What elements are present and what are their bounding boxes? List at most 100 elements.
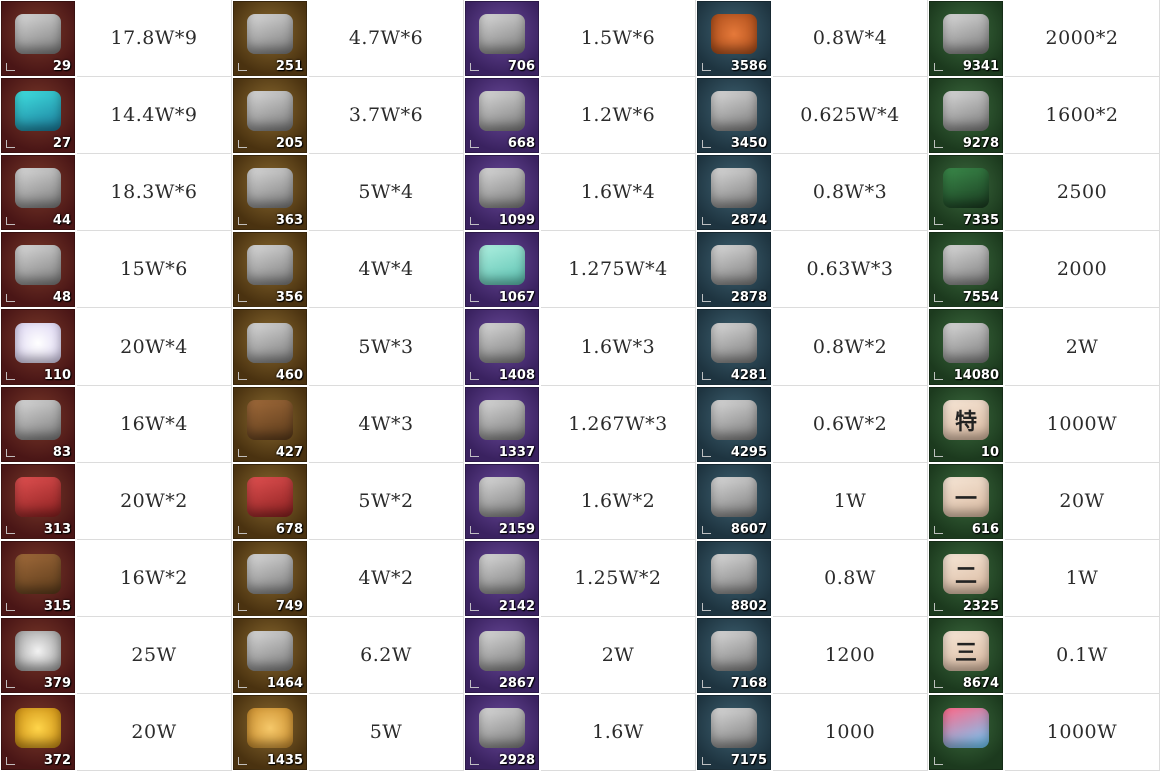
item-tile[interactable]: 7168 [697, 618, 771, 693]
item-price-cell[interactable]: 20W*4 [77, 308, 232, 386]
item-price-cell[interactable]: 16W*2 [77, 540, 232, 617]
item-price-cell[interactable]: 5W*3 [309, 308, 464, 386]
item-price-cell[interactable]: 5W [309, 694, 464, 771]
item-tile[interactable]: 48 [1, 232, 75, 307]
item-tile[interactable]: 2142 [465, 541, 539, 616]
item-price-cell[interactable]: 1.5W*6 [541, 0, 696, 77]
item-tile[interactable]: 4281 [697, 309, 771, 385]
item-price-cell[interactable]: 1.6W*2 [541, 463, 696, 540]
item-tile[interactable]: 83 [1, 387, 75, 462]
item-price-cell[interactable]: 1200 [773, 617, 928, 694]
item-tile[interactable]: 一 616 [929, 464, 1003, 539]
item-price-cell[interactable]: 2W [541, 617, 696, 694]
item-price-cell[interactable]: 0.8W [773, 540, 928, 617]
item-price-cell[interactable]: 5W*4 [309, 154, 464, 231]
item-tile[interactable]: 110 [1, 309, 75, 385]
item-price-cell[interactable]: 25W [77, 617, 232, 694]
item-tile[interactable]: 251 [233, 1, 307, 76]
item-price-cell[interactable]: 16W*4 [77, 386, 232, 463]
item-price-cell[interactable]: 2500 [1005, 154, 1160, 231]
item-price-cell[interactable]: 1W [1005, 540, 1160, 617]
item-price-cell[interactable]: 1.267W*3 [541, 386, 696, 463]
item-price-cell[interactable]: 20W [77, 694, 232, 771]
item-price-cell[interactable]: 20W*2 [77, 463, 232, 540]
item-price-cell[interactable]: 0.63W*3 [773, 231, 928, 308]
item-tile[interactable]: 2867 [465, 618, 539, 693]
item-price-cell[interactable]: 4W*3 [309, 386, 464, 463]
item-price-cell[interactable]: 17.8W*9 [77, 0, 232, 77]
item-tile[interactable]: 379 [1, 618, 75, 693]
item-tile[interactable]: 2159 [465, 464, 539, 539]
item-tile[interactable]: 8607 [697, 464, 771, 539]
item-price-cell[interactable]: 2000*2 [1005, 0, 1160, 77]
item-price-cell[interactable]: 4W*2 [309, 540, 464, 617]
item-tile[interactable]: 7554 [929, 232, 1003, 307]
item-tile[interactable]: 2878 [697, 232, 771, 307]
item-price-cell[interactable]: 14.4W*9 [77, 77, 232, 154]
item-tile[interactable]: 1464 [233, 618, 307, 693]
item-price-cell[interactable]: 0.8W*2 [773, 308, 928, 386]
item-tile[interactable]: 205 [233, 78, 307, 153]
item-tile[interactable]: 356 [233, 232, 307, 307]
item-tile[interactable]: 二 2325 [929, 541, 1003, 616]
item-tile[interactable]: 3450 [697, 78, 771, 153]
item-price-cell[interactable]: 1.6W [541, 694, 696, 771]
item-tile[interactable]: 1435 [233, 695, 307, 770]
item-tile[interactable]: 特 10 [929, 387, 1003, 462]
item-tile[interactable]: 427 [233, 387, 307, 462]
item-price-cell[interactable]: 1000W [1005, 694, 1160, 771]
item-tile[interactable]: 315 [1, 541, 75, 616]
item-price-cell[interactable]: 15W*6 [77, 231, 232, 308]
item-price-cell[interactable]: 1.25W*2 [541, 540, 696, 617]
item-price-cell[interactable]: 1000 [773, 694, 928, 771]
item-tile[interactable]: 三 8674 [929, 618, 1003, 693]
item-price-cell[interactable]: 1600*2 [1005, 77, 1160, 154]
item-tile[interactable]: 1099 [465, 155, 539, 230]
item-tile[interactable]: 4295 [697, 387, 771, 462]
item-tile[interactable]: 668 [465, 78, 539, 153]
item-tile[interactable]: 14080 [929, 309, 1003, 385]
item-tile[interactable]: 9278 [929, 78, 1003, 153]
item-price-cell[interactable]: 1.2W*6 [541, 77, 696, 154]
item-price-cell[interactable]: 1.6W*4 [541, 154, 696, 231]
item-tile[interactable]: 372 [1, 695, 75, 770]
item-tile[interactable]: 1337 [465, 387, 539, 462]
item-price-cell[interactable]: 20W [1005, 463, 1160, 540]
item-price-cell[interactable]: 4.7W*6 [309, 0, 464, 77]
item-price-cell[interactable]: 1.6W*3 [541, 308, 696, 386]
item-tile[interactable]: 7335 [929, 155, 1003, 230]
item-tile[interactable]: 313 [1, 464, 75, 539]
item-tile[interactable]: 460 [233, 309, 307, 385]
item-tile[interactable]: 678 [233, 464, 307, 539]
item-tile[interactable]: 2874 [697, 155, 771, 230]
item-tile[interactable]: 7175 [697, 695, 771, 770]
item-price-cell[interactable]: 5W*2 [309, 463, 464, 540]
item-price-cell[interactable]: 1000W [1005, 386, 1160, 463]
item-price-cell[interactable]: 6.2W [309, 617, 464, 694]
item-price-cell[interactable]: 0.1W [1005, 617, 1160, 694]
item-tile[interactable]: 1408 [465, 309, 539, 385]
item-tile[interactable]: 8802 [697, 541, 771, 616]
item-tile[interactable]: 1067 [465, 232, 539, 307]
item-tile[interactable]: 749 [233, 541, 307, 616]
item-price-cell[interactable]: 3.7W*6 [309, 77, 464, 154]
item-price-cell[interactable]: 0.8W*4 [773, 0, 928, 77]
item-tile[interactable]: 27 [1, 78, 75, 153]
item-price-cell[interactable]: 0.6W*2 [773, 386, 928, 463]
item-tile[interactable]: 3586 [697, 1, 771, 76]
item-price-cell[interactable]: 1.275W*4 [541, 231, 696, 308]
item-tile[interactable]: 2928 [465, 695, 539, 770]
item-tile[interactable]: 9341 [929, 1, 1003, 76]
item-price-cell[interactable]: 0.8W*3 [773, 154, 928, 231]
item-price-cell[interactable]: 0.625W*4 [773, 77, 928, 154]
item-price-cell[interactable]: 1W [773, 463, 928, 540]
item-tile[interactable]: 44 [1, 155, 75, 230]
item-tile[interactable]: 706 [465, 1, 539, 76]
item-price-cell[interactable]: 2W [1005, 308, 1160, 386]
item-tile[interactable]: 363 [233, 155, 307, 230]
item-price-cell[interactable]: 2000 [1005, 231, 1160, 308]
item-tile[interactable] [929, 695, 1003, 770]
item-tile[interactable]: 29 [1, 1, 75, 76]
item-price-cell[interactable]: 18.3W*6 [77, 154, 232, 231]
item-price-cell[interactable]: 4W*4 [309, 231, 464, 308]
